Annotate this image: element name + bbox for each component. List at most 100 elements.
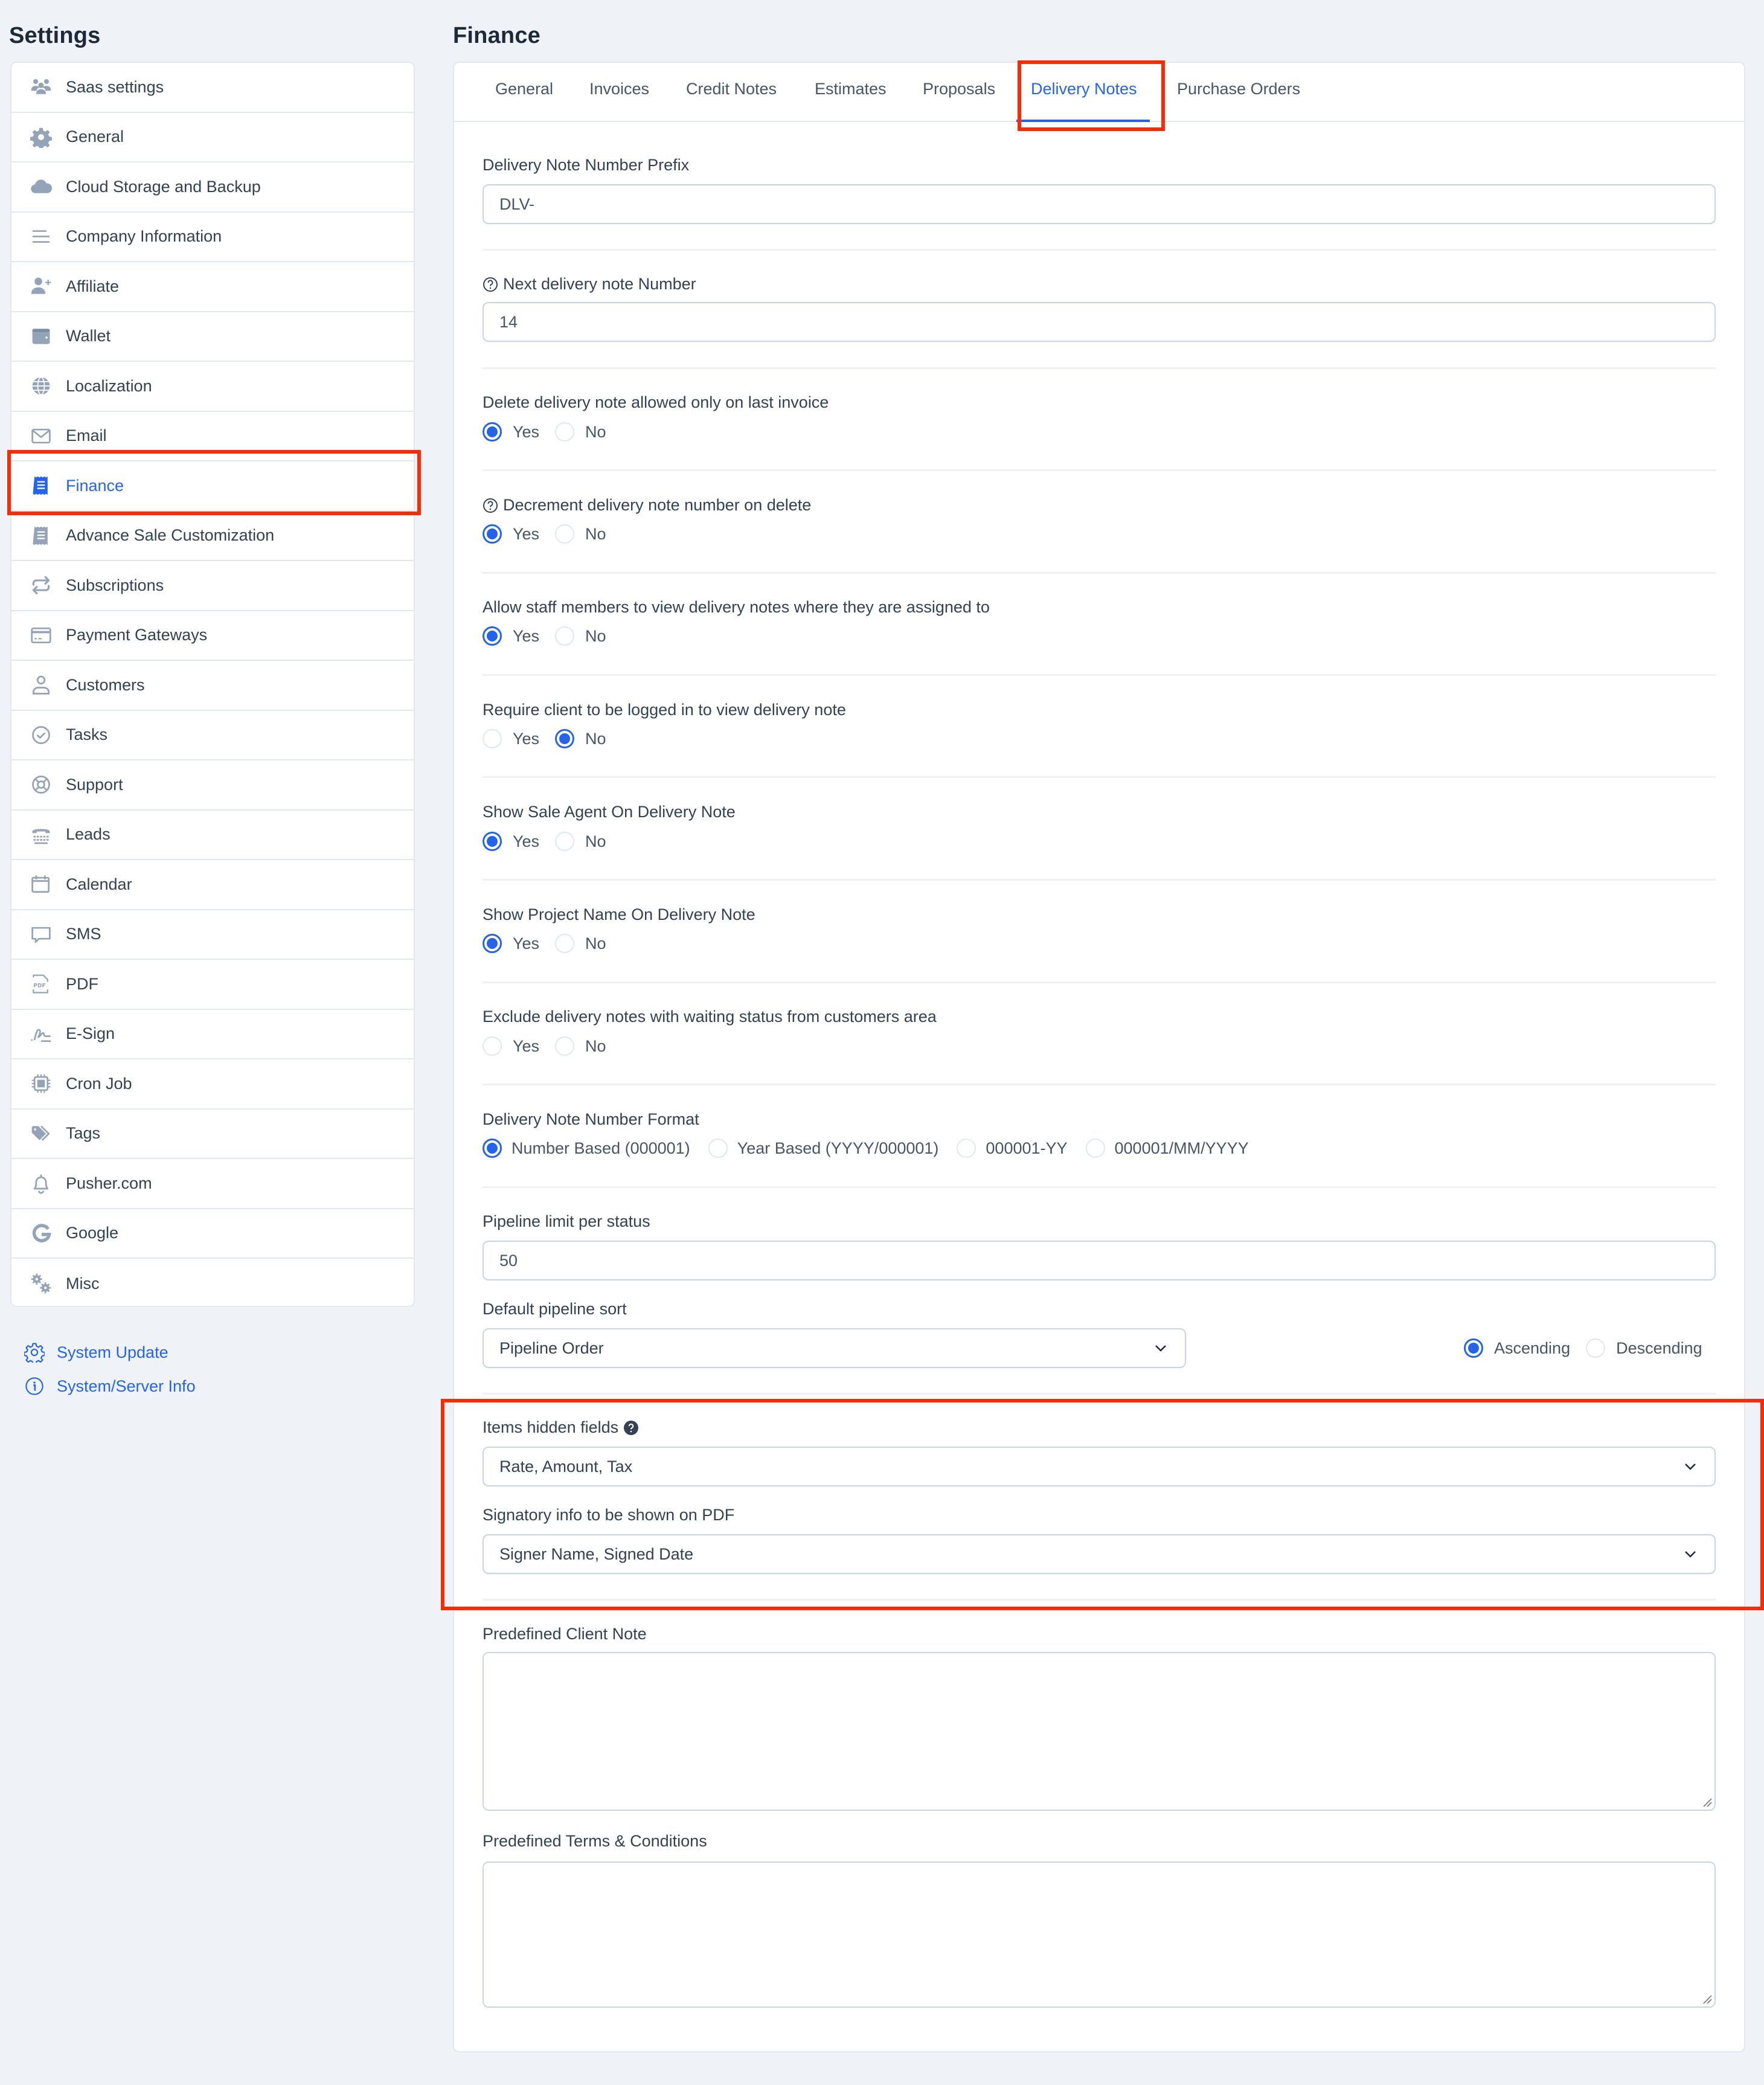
sidebar-item-subscriptions[interactable]: Subscriptions — [11, 561, 414, 611]
sidebar-item-misc[interactable]: Misc — [11, 1259, 414, 1306]
sidebar-item-payment-gateways[interactable]: Payment Gateways — [11, 611, 414, 661]
radio-yes[interactable] — [483, 524, 502, 544]
sidebar-item-finance[interactable]: Finance — [11, 461, 414, 512]
format-year-based[interactable]: Year Based (YYYY/000001) — [708, 1139, 938, 1158]
sidebar-item-advance-sale-customization[interactable]: Advance Sale Customization — [11, 512, 414, 561]
pipeline-sort-select[interactable]: Pipeline Order — [483, 1328, 1186, 1368]
terms-textarea[interactable] — [483, 1862, 1716, 2008]
decrement-yes[interactable]: Yes — [483, 524, 539, 544]
exclude-waiting-no[interactable]: No — [555, 1036, 606, 1056]
question-circle-filled-icon[interactable] — [623, 1420, 639, 1436]
gear-icon — [28, 124, 54, 150]
radio-yes[interactable] — [483, 729, 502, 748]
sidebar-item-e-sign[interactable]: E-Sign — [11, 1010, 414, 1059]
sidebar-item-leads[interactable]: Leads — [11, 811, 414, 860]
format-number-yy[interactable]: 000001-YY — [957, 1139, 1068, 1158]
radio-no[interactable] — [555, 1036, 575, 1056]
sidebar-item-email[interactable]: Email — [11, 412, 414, 461]
radio-label: No — [585, 626, 606, 645]
staff-view-yes[interactable]: Yes — [483, 626, 539, 646]
google-icon — [28, 1221, 54, 1246]
sidebar-item-pusher[interactable]: Pusher.com — [11, 1159, 414, 1209]
pipeline-limit-input[interactable]: 50 — [483, 1241, 1716, 1280]
sidebar-item-customers[interactable]: Customers — [11, 661, 414, 711]
radio-yes[interactable] — [483, 422, 502, 442]
radio-ascending[interactable] — [1464, 1338, 1483, 1358]
system-update-link[interactable]: System Update — [24, 1342, 168, 1363]
tab-delivery-notes[interactable]: Delivery Notes — [1031, 80, 1137, 98]
radio-no[interactable] — [555, 832, 575, 851]
sidebar-item-company-information[interactable]: Company Information — [11, 213, 414, 262]
sidebar-item-tags[interactable]: Tags — [11, 1110, 414, 1159]
radio-yes[interactable] — [483, 934, 502, 953]
prefix-input[interactable]: DLV- — [483, 184, 1716, 224]
client-note-textarea[interactable] — [483, 1652, 1716, 1811]
show-project-no[interactable]: No — [555, 934, 606, 953]
radio-no[interactable] — [555, 729, 575, 748]
order-descending[interactable]: Descending — [1586, 1338, 1702, 1358]
sidebar-item-cron-job[interactable]: Cron Job — [11, 1059, 414, 1110]
delete-last-yes[interactable]: Yes — [483, 422, 539, 442]
divider — [483, 572, 1716, 574]
format-number-mm-yyyy[interactable]: 000001/MM/YYYY — [1085, 1139, 1249, 1158]
radio-no[interactable] — [555, 422, 575, 442]
tab-general[interactable]: General — [495, 80, 553, 98]
resize-handle-icon[interactable] — [1702, 1994, 1712, 2004]
radio-number-based[interactable] — [483, 1139, 502, 1158]
order-ascending[interactable]: Ascending — [1464, 1338, 1570, 1358]
sidebar-item-saas-settings[interactable]: Saas settings — [11, 63, 414, 113]
require-login-no[interactable]: No — [555, 729, 606, 748]
client-note-label: Predefined Client Note — [483, 1625, 647, 1643]
sidebar-item-sms[interactable]: SMS — [11, 910, 414, 960]
staff-view-no[interactable]: No — [555, 626, 606, 646]
divider — [483, 1599, 1716, 1601]
sidebar-item-pdf[interactable]: PDF PDF — [11, 960, 414, 1010]
tab-credit-notes[interactable]: Credit Notes — [686, 80, 777, 98]
items-hidden-select[interactable]: Rate, Amount, Tax — [483, 1447, 1716, 1486]
radio-yes[interactable] — [483, 1036, 502, 1056]
exclude-waiting-yes[interactable]: Yes — [483, 1036, 539, 1056]
show-sale-agent-yes[interactable]: Yes — [483, 832, 539, 851]
sidebar-item-wallet[interactable]: Wallet — [11, 312, 414, 362]
sidebar-item-general[interactable]: General — [11, 113, 414, 162]
show-project-yes[interactable]: Yes — [483, 934, 539, 953]
radio-descending[interactable] — [1586, 1338, 1606, 1358]
question-circle-icon[interactable] — [483, 498, 498, 513]
radio-yes[interactable] — [483, 832, 502, 851]
staff-view-label: Allow staff members to view delivery not… — [483, 598, 990, 617]
question-circle-icon[interactable] — [483, 277, 498, 292]
system-server-info-link[interactable]: System/Server Info — [24, 1376, 196, 1396]
radio-number-yy[interactable] — [957, 1139, 977, 1158]
radio-yes[interactable] — [483, 626, 502, 646]
tab-purchase-orders[interactable]: Purchase Orders — [1177, 80, 1300, 98]
radio-label: Yes — [513, 1036, 540, 1055]
signatory-select[interactable]: Signer Name, Signed Date — [483, 1534, 1716, 1574]
tab-estimates[interactable]: Estimates — [815, 80, 887, 98]
radio-year-based[interactable] — [708, 1139, 728, 1158]
radio-no[interactable] — [555, 934, 575, 953]
format-number-based[interactable]: Number Based (000001) — [483, 1139, 690, 1158]
sidebar-item-tasks[interactable]: Tasks — [11, 711, 414, 760]
sidebar-item-google[interactable]: Google — [11, 1209, 414, 1259]
tab-proposals[interactable]: Proposals — [923, 80, 995, 98]
sidebar-item-cloud-storage[interactable]: Cloud Storage and Backup — [11, 162, 414, 213]
radio-number-mm-yyyy[interactable] — [1085, 1139, 1105, 1158]
sidebar-item-affiliate[interactable]: Affiliate — [11, 262, 414, 312]
resize-handle-icon[interactable] — [1702, 1797, 1712, 1807]
show-sale-agent-no[interactable]: No — [555, 832, 606, 851]
sidebar-item-support[interactable]: Support — [11, 760, 414, 811]
decrement-no[interactable]: No — [555, 524, 606, 544]
require-login-yes[interactable]: Yes — [483, 729, 539, 748]
radio-no[interactable] — [555, 524, 575, 544]
signatory-label: Signatory info to be shown on PDF — [483, 1506, 734, 1524]
delete-last-no[interactable]: No — [555, 422, 606, 442]
credit-card-icon — [28, 623, 54, 648]
next-number-input[interactable]: 14 — [483, 302, 1716, 342]
sidebar-item-localization[interactable]: Localization — [11, 362, 414, 412]
sidebar-item-calendar[interactable]: Calendar — [11, 860, 414, 910]
radio-label: Number Based (000001) — [512, 1139, 690, 1157]
radio-no[interactable] — [555, 626, 575, 646]
cloud-icon — [28, 174, 54, 199]
sidebar-item-label: Cloud Storage and Backup — [66, 177, 261, 196]
tab-invoices[interactable]: Invoices — [589, 80, 649, 98]
